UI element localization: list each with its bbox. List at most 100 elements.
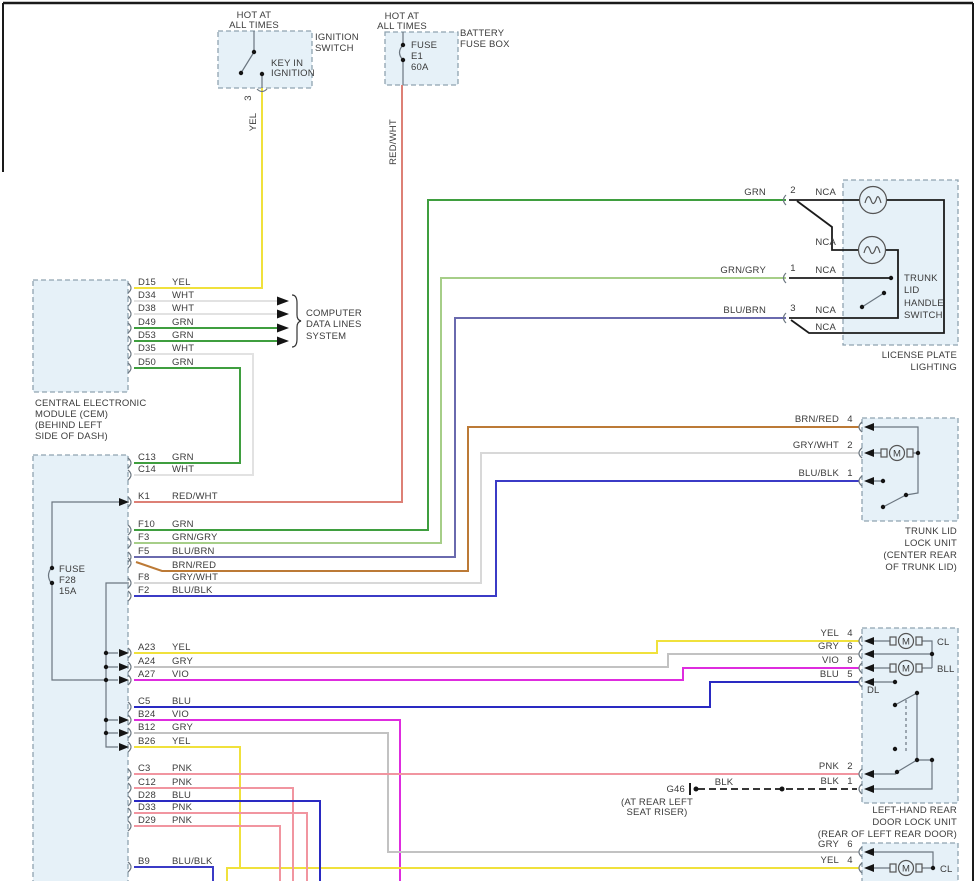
junction-dot xyxy=(49,580,55,586)
pin-number: 6 xyxy=(847,839,852,850)
data-lines-label: COMPUTER xyxy=(306,308,362,319)
unit-name: IGNITION xyxy=(315,32,359,43)
hot-at-label: ALL TIMES xyxy=(229,20,279,31)
wire-color-label: YEL xyxy=(820,628,839,639)
wire-color-label: BLU/BRN xyxy=(723,305,766,316)
pin-color: VIO xyxy=(172,669,189,680)
wire-color-label: BLK xyxy=(820,776,839,787)
junction-dot xyxy=(779,786,785,792)
junction-dot xyxy=(929,651,935,657)
pin-color: PNK xyxy=(172,802,193,813)
pin-color: GRN xyxy=(172,519,194,530)
cem-title: CENTRAL ELECTRONIC xyxy=(35,398,146,409)
junction-dot xyxy=(892,746,898,752)
pin-id: D28 xyxy=(138,790,156,801)
fuse-label: E1 xyxy=(411,51,423,62)
pin-color: YEL xyxy=(172,736,191,747)
junction-dot xyxy=(880,478,886,484)
pin-id: C14 xyxy=(138,464,156,475)
pin-number: 1 xyxy=(847,776,852,787)
pin-id: C12 xyxy=(138,777,156,788)
unit-title: TRUNK LID xyxy=(905,526,957,537)
junction-dot xyxy=(49,565,55,571)
motor-letter: M xyxy=(893,449,901,460)
unit-title: DOOR LOCK UNIT xyxy=(872,817,957,828)
wire-color-label: RED/WHT xyxy=(388,119,399,165)
junction-dot xyxy=(859,304,865,310)
pin-id: D49 xyxy=(138,317,156,328)
unit-name: SWITCH xyxy=(315,43,354,54)
wire-color-label: GRN/GRY xyxy=(720,265,766,276)
pin-id: F3 xyxy=(138,532,150,543)
junction-dot xyxy=(103,664,109,670)
pin-color: GRN xyxy=(172,452,194,463)
wire-color-label: VIO xyxy=(822,655,839,666)
pin-color: BRN/RED xyxy=(172,560,216,571)
handle-switch-label: LID xyxy=(904,285,919,296)
junction-dot xyxy=(880,504,886,510)
pin-number: 4 xyxy=(847,628,852,639)
pin-id: A24 xyxy=(138,656,156,667)
nca-label: NCA xyxy=(815,237,836,248)
wire-color-label: GRY xyxy=(818,641,839,652)
pin-color: GRY xyxy=(172,656,193,667)
pin-color: GRN xyxy=(172,317,194,328)
wire-pnk-d33 xyxy=(134,812,308,881)
pin-id: A27 xyxy=(138,669,156,680)
ground-id: G46 xyxy=(666,784,685,795)
pin-id: B26 xyxy=(138,736,156,747)
wire-blublk-b9 xyxy=(134,866,214,881)
pin-id: K1 xyxy=(138,491,150,502)
brace xyxy=(291,294,302,348)
nca-label: NCA xyxy=(815,322,836,333)
pin-brackets xyxy=(858,635,863,795)
pin-color: GRN/GRY xyxy=(172,532,218,543)
unit-title: LEFT-HAND REAR xyxy=(872,805,957,816)
pin-color: BLU/BLK xyxy=(172,856,213,867)
motor-tag: BLL xyxy=(937,664,955,675)
pin-color: BLU xyxy=(172,790,191,801)
pin-id: F2 xyxy=(138,585,150,596)
pin-color: GRN xyxy=(172,357,194,368)
ground-dot xyxy=(693,786,699,792)
junction-dot xyxy=(251,49,257,55)
junction-dot xyxy=(103,677,109,683)
switch-tag: DL xyxy=(867,685,880,696)
unit-title: LOCK UNIT xyxy=(905,538,957,549)
junction-dot xyxy=(894,769,900,775)
pin-id: B9 xyxy=(138,856,150,867)
key-in-ignition-label: IGNITION xyxy=(271,68,315,79)
wire-color-label: BLU/BLK xyxy=(799,468,840,479)
data-lines-label: SYSTEM xyxy=(306,331,346,342)
handle-switch-label: TRUNK xyxy=(904,273,938,284)
fuse-label: 60A xyxy=(411,62,429,73)
pin-color: PNK xyxy=(172,777,193,788)
pin-number: 3 xyxy=(790,303,795,314)
junction-dot xyxy=(103,717,109,723)
pin-id: B24 xyxy=(138,709,156,720)
pin-id: B12 xyxy=(138,722,156,733)
wire-color-label: PNK xyxy=(819,761,840,772)
pin-id: C5 xyxy=(138,696,151,707)
pin-number: 1 xyxy=(847,468,852,479)
wire-blu-c5 xyxy=(134,681,859,708)
wire-brnred xyxy=(135,426,859,572)
wiring-diagram-page: HOT AT ALL TIMES IGNITION SWITCH KEY IN … xyxy=(0,0,976,881)
pin-number: 2 xyxy=(790,185,795,196)
trunk-lid-lock-unit-box xyxy=(861,417,959,522)
wire-grn-d50-c13 xyxy=(134,367,241,464)
unit-title: OF TRUNK LID) xyxy=(885,562,957,573)
license-pin-brackets xyxy=(782,194,787,324)
pin-id: D38 xyxy=(138,303,156,314)
pin-color: WHT xyxy=(172,464,194,475)
pin-id: D35 xyxy=(138,343,156,354)
data-lines-label: DATA LINES xyxy=(306,319,362,330)
junction-dot xyxy=(400,57,406,63)
unit-title: LICENSE PLATE xyxy=(882,350,957,361)
pin-color: PNK xyxy=(172,763,193,774)
pin-number: 4 xyxy=(847,414,852,425)
junction-dot xyxy=(930,865,936,871)
wire-color-label: BLK xyxy=(715,777,734,788)
pin-number: 1 xyxy=(790,263,795,274)
ground-g46: G46 BLK (AT REAR LEFT SEAT RISER) xyxy=(621,777,785,818)
